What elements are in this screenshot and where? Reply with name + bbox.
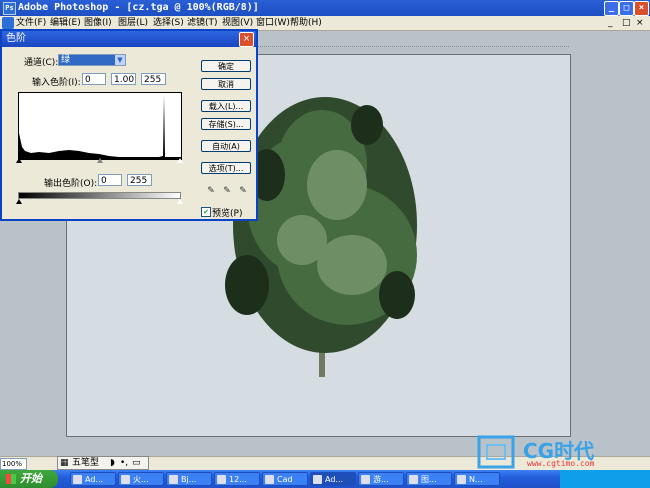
menu-layer[interactable]: 图层(L) xyxy=(118,16,148,30)
output-levels-label: 输出色阶(O): xyxy=(44,179,98,189)
channel-select[interactable]: 绿 ▼ xyxy=(58,54,126,66)
close-button[interactable]: × xyxy=(634,1,649,16)
taskbar-item[interactable]: 12... xyxy=(214,472,260,486)
doc-minimize-button[interactable]: _ xyxy=(608,16,613,30)
input-black-slider[interactable] xyxy=(16,158,22,163)
input-black-field[interactable]: 0 xyxy=(82,73,106,85)
levels-dialog-title-bar[interactable]: 色阶 × xyxy=(2,31,256,47)
app-icon xyxy=(73,475,82,484)
menu-file[interactable]: 文件(F) xyxy=(16,16,46,30)
app-icon xyxy=(121,475,130,484)
doc-restore-button[interactable]: □ xyxy=(622,16,631,30)
ime-logo-icon: ▦ xyxy=(60,458,69,468)
output-white-slider[interactable] xyxy=(177,199,183,204)
chevron-down-icon[interactable]: ▼ xyxy=(115,55,125,65)
minimize-button[interactable]: _ xyxy=(604,1,619,16)
maximize-button[interactable]: □ xyxy=(619,1,634,16)
preview-label: 预览(P) xyxy=(212,209,243,219)
levels-dialog: 色阶 × 通道(C): 绿 ▼ 输入色阶(I): 0 1.00 255 输出色阶… xyxy=(0,29,258,221)
taskbar-item[interactable]: 游... xyxy=(358,472,404,486)
menu-select[interactable]: 选择(S) xyxy=(153,16,184,30)
white-eyedropper-icon[interactable]: ✎ xyxy=(238,186,248,196)
app-title-bar[interactable]: Ps Adobe Photoshop - [cz.tga @ 100%(RGB/… xyxy=(0,0,650,16)
window-title: Adobe Photoshop - [cz.tga @ 100%(RGB/8)] xyxy=(18,2,259,13)
menu-help[interactable]: 帮助(H) xyxy=(290,16,322,30)
taskbar-item[interactable]: Cad xyxy=(262,472,308,486)
taskbar-item[interactable]: 图... xyxy=(406,472,452,486)
taskbar-item-active[interactable]: Ad... xyxy=(310,472,356,486)
ime-toolbar[interactable]: ▦ 五笔型 ◗ •, ▭ xyxy=(57,456,149,470)
folder-icon xyxy=(409,475,418,484)
output-white-field[interactable]: 255 xyxy=(127,174,152,186)
folder-icon xyxy=(457,475,466,484)
options-button[interactable]: 选项(T)... xyxy=(201,162,251,174)
app-icon xyxy=(217,475,226,484)
output-black-slider[interactable] xyxy=(16,199,22,204)
input-white-slider[interactable] xyxy=(177,158,183,163)
windows-logo-icon xyxy=(6,474,16,484)
histogram xyxy=(18,92,182,160)
taskbar-item[interactable]: 火... xyxy=(118,472,164,486)
dialog-close-button[interactable]: × xyxy=(239,32,254,47)
zoom-field[interactable]: 100% xyxy=(0,458,27,470)
folder-icon xyxy=(361,475,370,484)
channel-label: 通道(C): xyxy=(24,58,59,68)
black-eyedropper-icon[interactable]: ✎ xyxy=(206,186,216,196)
cg-watermark: CG时代 www.cgtimo.com xyxy=(475,433,640,473)
input-gamma-field[interactable]: 1.00 xyxy=(111,73,136,85)
cancel-button[interactable]: 取消 xyxy=(201,78,251,90)
histogram-graph xyxy=(19,95,181,159)
keyboard-icon[interactable]: ▭ xyxy=(132,457,141,469)
load-button[interactable]: 载入(L)... xyxy=(201,100,251,112)
output-gradient-bar xyxy=(18,192,181,199)
ime-mode-label: 五笔型 xyxy=(72,458,100,468)
output-black-field[interactable]: 0 xyxy=(98,174,122,186)
photoshop-menu-icon[interactable] xyxy=(2,17,14,29)
ok-button[interactable]: 确定 xyxy=(201,60,251,72)
folder-icon xyxy=(265,475,274,484)
app-icon xyxy=(313,475,322,484)
taskbar-item[interactable]: Bj... xyxy=(166,472,212,486)
taskbar-item[interactable]: N... xyxy=(454,472,500,486)
auto-button[interactable]: 自动(A) xyxy=(201,140,251,152)
input-white-field[interactable]: 255 xyxy=(141,73,166,85)
photoshop-icon: Ps xyxy=(3,2,16,15)
menu-window[interactable]: 窗口(W) xyxy=(256,16,290,30)
moon-icon[interactable]: ◗ xyxy=(110,457,115,469)
watermark-url: www.cgtimo.com xyxy=(527,459,595,468)
input-gamma-slider[interactable] xyxy=(97,158,103,163)
app-icon xyxy=(169,475,178,484)
menu-filter[interactable]: 滤镜(T) xyxy=(187,16,218,30)
gray-eyedropper-icon[interactable]: ✎ xyxy=(222,186,232,196)
save-button[interactable]: 存储(S)... xyxy=(201,118,251,130)
preview-checkbox[interactable]: ✔ xyxy=(201,207,211,217)
start-button[interactable]: 开始 xyxy=(0,470,58,488)
taskbar-item[interactable]: Ad... xyxy=(70,472,116,486)
menu-edit[interactable]: 编辑(E) xyxy=(50,16,81,30)
input-levels-label: 输入色阶(I): xyxy=(32,78,81,88)
punctuation-icon[interactable]: •, xyxy=(120,457,128,469)
menu-image[interactable]: 图像(I) xyxy=(84,16,112,30)
cg-logo-icon xyxy=(477,435,515,469)
menu-view[interactable]: 视图(V) xyxy=(222,16,253,30)
levels-dialog-title: 色阶 xyxy=(6,33,26,44)
channel-select-value: 绿 xyxy=(61,55,71,65)
doc-close-button[interactable]: × xyxy=(636,16,644,30)
start-label: 开始 xyxy=(20,472,42,485)
